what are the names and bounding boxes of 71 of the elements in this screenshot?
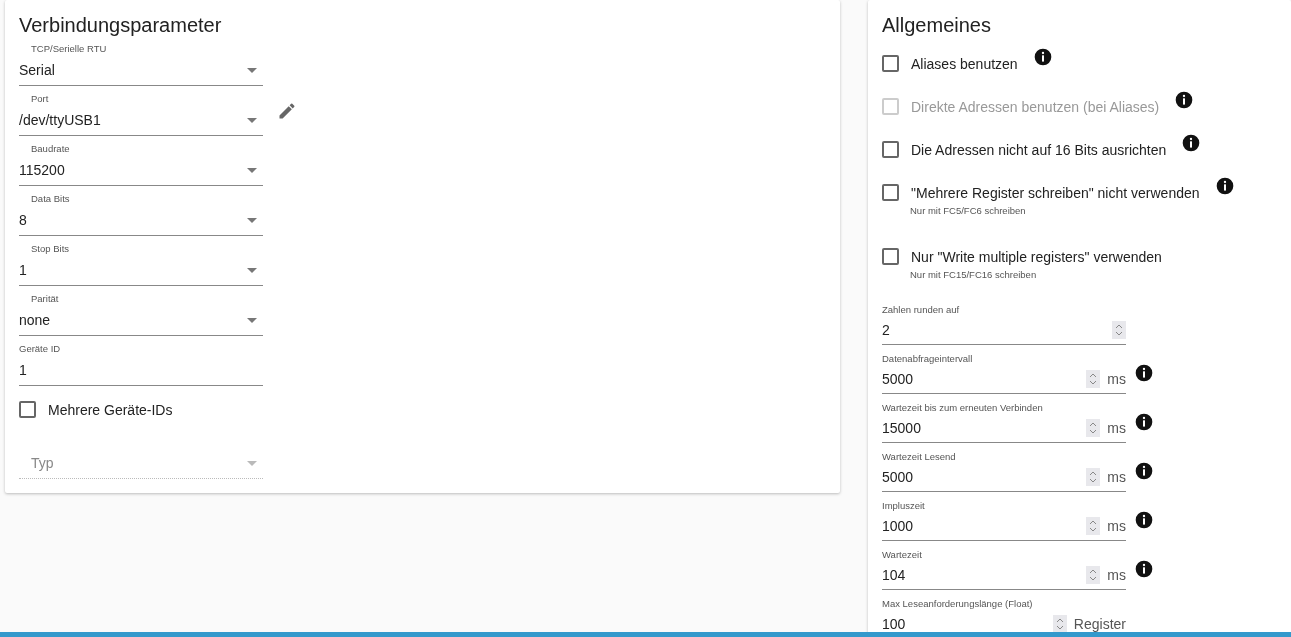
spinner-icon[interactable] <box>1112 321 1126 339</box>
checkbox[interactable] <box>882 184 899 201</box>
dropdown-field[interactable]: 115200 <box>19 155 263 186</box>
field-label: Wartezeit Lesend <box>882 451 957 463</box>
info-icon[interactable] <box>1134 509 1154 530</box>
dropdown-caret-icon[interactable] <box>247 217 257 223</box>
field-label: Wartezeit <box>882 549 923 561</box>
field-label: Stop Bits <box>30 243 71 255</box>
checkbox[interactable] <box>882 248 899 265</box>
section-title: Verbindungsparameter <box>19 14 223 37</box>
spinner-icon[interactable] <box>1086 468 1101 486</box>
info-icon[interactable] <box>1134 362 1154 383</box>
unit-label: ms <box>1107 420 1126 436</box>
pencil-icon[interactable] <box>277 101 297 121</box>
unit-label: ms <box>1107 469 1126 485</box>
field-label: Parität <box>30 293 60 305</box>
info-icon[interactable] <box>1134 411 1154 432</box>
unit-label: ms <box>1107 518 1126 534</box>
field-label: Data Bits <box>30 193 71 205</box>
field-label: Impluszeit <box>882 500 926 512</box>
number-field[interactable]: 15000 ms <box>882 414 1126 443</box>
dropdown-field[interactable]: 1 <box>19 255 263 286</box>
number-field[interactable]: 5000 ms <box>882 365 1126 394</box>
checkbox[interactable] <box>19 401 36 418</box>
checkbox-label[interactable]: Die Adressen nicht auf 16 Bits ausrichten <box>911 141 1167 158</box>
dropdown-caret-icon[interactable] <box>247 267 257 273</box>
unit-label: ms <box>1107 371 1126 387</box>
field-label: Geräte ID <box>19 343 62 355</box>
dropdown-field[interactable]: none <box>19 305 263 336</box>
unit-label: ms <box>1107 567 1126 583</box>
number-field[interactable]: 104 ms <box>882 561 1126 590</box>
number-field[interactable]: 1000 ms <box>882 512 1126 541</box>
checkbox-label: Direkte Adressen benutzen (bei Aliases) <box>911 98 1160 115</box>
field-label: Wartezeit bis zum erneuten Verbinden <box>882 402 1044 414</box>
info-icon[interactable] <box>1181 133 1202 153</box>
field-label: TCP/Serielle RTU <box>30 43 108 55</box>
info-icon[interactable] <box>1032 47 1053 67</box>
info-icon[interactable] <box>1214 176 1235 196</box>
number-field[interactable]: 5000 ms <box>882 463 1126 492</box>
spinner-icon[interactable] <box>1086 370 1101 388</box>
input-field[interactable]: 1 <box>19 355 263 386</box>
unit-label: Register <box>1073 616 1126 632</box>
dropdown-field[interactable]: Serial <box>19 55 263 86</box>
dropdown-caret-icon[interactable] <box>247 317 257 323</box>
spinner-icon[interactable] <box>1052 615 1067 633</box>
checkbox[interactable] <box>882 55 899 72</box>
field-label: Datenabfrageintervall <box>882 353 974 365</box>
checkbox-label[interactable]: Aliases benutzen <box>911 55 1018 72</box>
field-label: Baudrate <box>30 143 71 155</box>
number-field[interactable]: 2 <box>882 316 1126 345</box>
field-label: Zahlen runden auf <box>882 304 961 316</box>
dropdown-caret-icon[interactable] <box>247 167 257 173</box>
info-icon[interactable] <box>1134 558 1154 579</box>
dropdown-field[interactable]: /dev/ttyUSB1 <box>19 105 263 136</box>
section-title: Allgemeines <box>882 14 992 37</box>
info-icon[interactable] <box>1134 460 1154 481</box>
dropdown-caret-icon[interactable] <box>247 117 257 123</box>
field-label: Port <box>30 93 50 105</box>
checkbox-label[interactable]: Mehrere Geräte-IDs <box>48 401 173 418</box>
dropdown-field[interactable]: 8 <box>19 205 263 236</box>
checkbox-label[interactable]: Nur "Write multiple registers" verwenden <box>911 248 1162 265</box>
helper-text: Nur mit FC15/FC16 schreiben <box>909 269 1038 280</box>
dropdown-field: Typ <box>19 448 263 479</box>
spinner-icon[interactable] <box>1086 566 1101 584</box>
helper-text: Nur mit FC5/FC6 schreiben <box>909 205 1027 216</box>
dropdown-caret-icon[interactable] <box>247 67 257 73</box>
spinner-icon[interactable] <box>1086 517 1101 535</box>
checkbox-label[interactable]: "Mehrere Register schreiben" nicht verwenden <box>911 184 1200 201</box>
field-label: Max Leseanforderungslänge (Float) <box>882 598 1034 610</box>
spinner-icon[interactable] <box>1086 419 1101 437</box>
checkbox[interactable] <box>882 141 899 158</box>
